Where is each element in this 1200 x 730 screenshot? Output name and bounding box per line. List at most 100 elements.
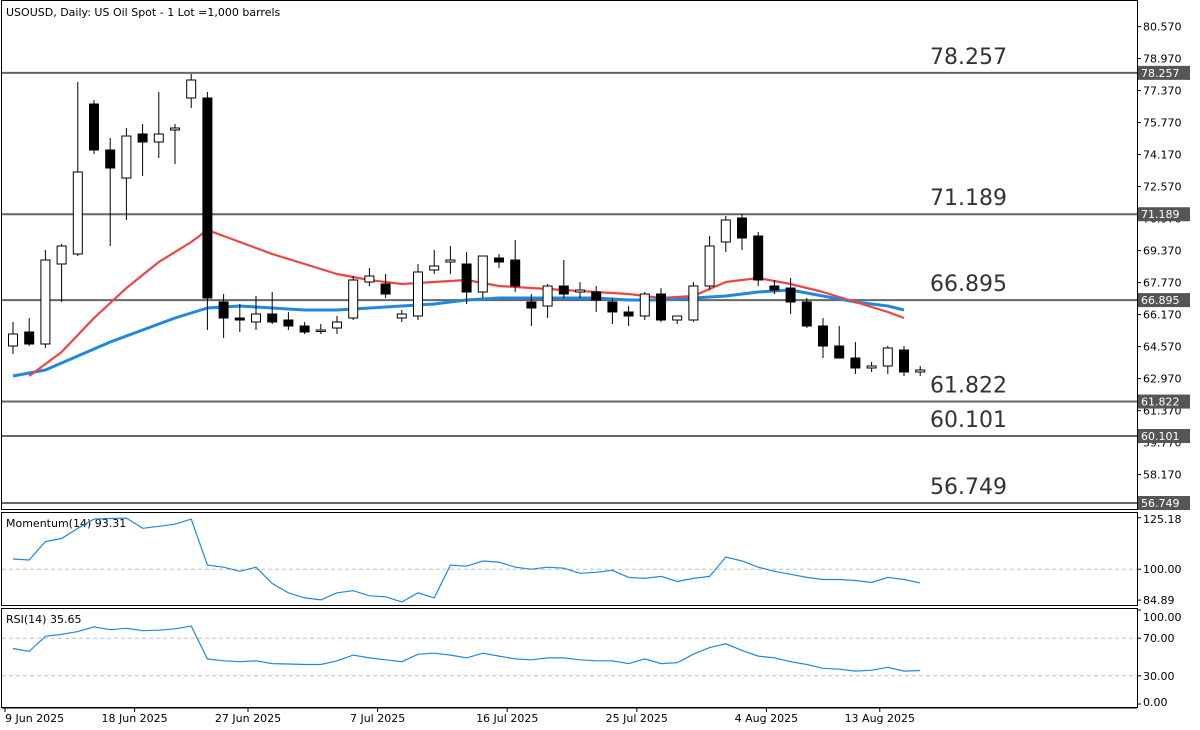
bearish-candle-body: [850, 357, 861, 369]
bearish-candle-body: [24, 331, 35, 345]
price-tick-label: 75.770: [1143, 117, 1182, 130]
candle: [753, 232, 764, 286]
level-price-tag-label: 66.895: [1141, 294, 1180, 307]
level-label: 56.749: [930, 475, 1007, 500]
candle: [348, 276, 359, 320]
candle: [639, 292, 650, 320]
bullish-candle-body: [40, 259, 51, 345]
bullish-candle-body: [72, 171, 83, 255]
candle: [89, 100, 99, 154]
bullish-candle-body: [251, 313, 261, 323]
time-tick-label: 13 Aug 2025: [845, 712, 915, 725]
price-axis: 80.57078.97077.37075.77074.17072.57070.9…: [1137, 21, 1182, 482]
rsi-tick-label: 30.00: [1143, 670, 1175, 683]
bearish-candle-body: [607, 301, 618, 313]
level-price-tag-label: 71.189: [1141, 208, 1180, 221]
candle: [688, 282, 699, 322]
momentum-tick-label: 84.89: [1143, 594, 1175, 607]
time-tick-label: 9 Jun 2025: [5, 712, 64, 725]
time-tick-label: 7 Jul 2025: [350, 712, 405, 725]
candle: [477, 255, 488, 298]
bullish-candle-body: [639, 293, 650, 317]
bullish-candle-body: [882, 347, 893, 367]
bearish-candle-body: [380, 283, 391, 295]
bearish-candle-body: [753, 235, 764, 281]
price-tick-label: 74.170: [1143, 149, 1182, 162]
bearish-candle-body: [558, 285, 569, 295]
bullish-candle-body: [688, 285, 699, 321]
bullish-candle-body: [575, 289, 585, 293]
bearish-candle-body: [494, 257, 504, 263]
bearish-candle-body: [105, 149, 116, 169]
time-tick-label: 18 Jun 2025: [102, 712, 168, 725]
bullish-candle-body: [915, 369, 926, 373]
bullish-candle-body: [364, 275, 375, 283]
candle: [801, 298, 812, 328]
bearish-candle-body: [801, 301, 812, 327]
bullish-candle-body: [186, 79, 197, 99]
bearish-candle-body: [299, 325, 310, 333]
rsi-tick-label: 70.00: [1143, 632, 1175, 645]
bearish-candle-body: [283, 319, 294, 327]
rsi-tick-label: 100.00: [1143, 611, 1182, 624]
bullish-candle-body: [170, 127, 180, 131]
bullish-candle-body: [8, 333, 18, 347]
bearish-candle-body: [656, 293, 666, 321]
price-tick-label: 66.170: [1143, 309, 1182, 322]
bullish-candle-body: [704, 245, 715, 287]
price-tick-label: 62.970: [1143, 373, 1182, 386]
bullish-candle-body: [429, 265, 440, 271]
level-price-tag-label: 56.749: [1141, 497, 1180, 510]
price-tick-label: 58.170: [1143, 469, 1182, 482]
bearish-candle-body: [785, 287, 796, 303]
price-tick-label: 80.570: [1143, 21, 1182, 34]
level-label: 71.189: [930, 186, 1007, 211]
candle: [202, 92, 213, 330]
bearish-candle-body: [89, 103, 99, 151]
bullish-candle-body: [348, 279, 359, 319]
time-tick-label: 25 Jul 2025: [606, 712, 668, 725]
level-label: 78.257: [930, 45, 1007, 70]
momentum-tick-label: 125.18: [1143, 513, 1182, 526]
bullish-candle-body: [121, 135, 132, 179]
time-tick-label: 16 Jul 2025: [476, 712, 538, 725]
bullish-candle-body: [315, 329, 326, 332]
candle: [899, 346, 909, 376]
bearish-candle-body: [461, 263, 472, 293]
bearish-candle-body: [202, 97, 213, 299]
bearish-candle-body: [623, 311, 634, 317]
rsi-title: RSI(14) 35.65: [6, 613, 81, 626]
bullish-candle-body: [542, 285, 553, 307]
time-tick-label: 4 Aug 2025: [735, 712, 798, 725]
level-price-tag-label: 61.822: [1141, 396, 1180, 409]
candle: [413, 264, 423, 320]
bullish-candle-body: [720, 219, 731, 243]
bearish-candle-body: [591, 291, 602, 301]
bearish-candle-body: [834, 345, 845, 359]
bullish-candle-body: [153, 133, 164, 143]
bullish-candle-body: [56, 245, 67, 265]
bearish-candle-body: [218, 301, 229, 319]
bullish-candle-body: [445, 259, 456, 263]
chart-background: [0, 0, 1200, 730]
bullish-candle-body: [396, 313, 407, 319]
price-tick-label: 77.370: [1143, 85, 1182, 98]
level-price-tag-label: 60.101: [1141, 430, 1180, 443]
rsi-tick-label: 0.00: [1143, 696, 1168, 709]
level-label: 60.101: [930, 408, 1007, 433]
bearish-candle-body: [510, 259, 521, 287]
level-label: 66.895: [930, 272, 1007, 297]
bearish-candle-body: [526, 301, 537, 309]
bullish-candle-body: [413, 271, 423, 317]
bearish-candle-body: [234, 317, 245, 321]
price-tick-label: 78.970: [1143, 53, 1182, 66]
bearish-candle-body: [818, 325, 828, 347]
level-price-tag-label: 78.257: [1141, 67, 1180, 80]
level-label: 61.822: [930, 374, 1007, 399]
price-tick-label: 69.370: [1143, 245, 1182, 258]
bearish-candle-body: [137, 133, 148, 143]
bearish-candle-body: [737, 217, 747, 239]
bullish-candle-body: [672, 315, 683, 321]
bullish-candle-body: [477, 255, 488, 293]
bullish-candle-body: [866, 365, 877, 369]
